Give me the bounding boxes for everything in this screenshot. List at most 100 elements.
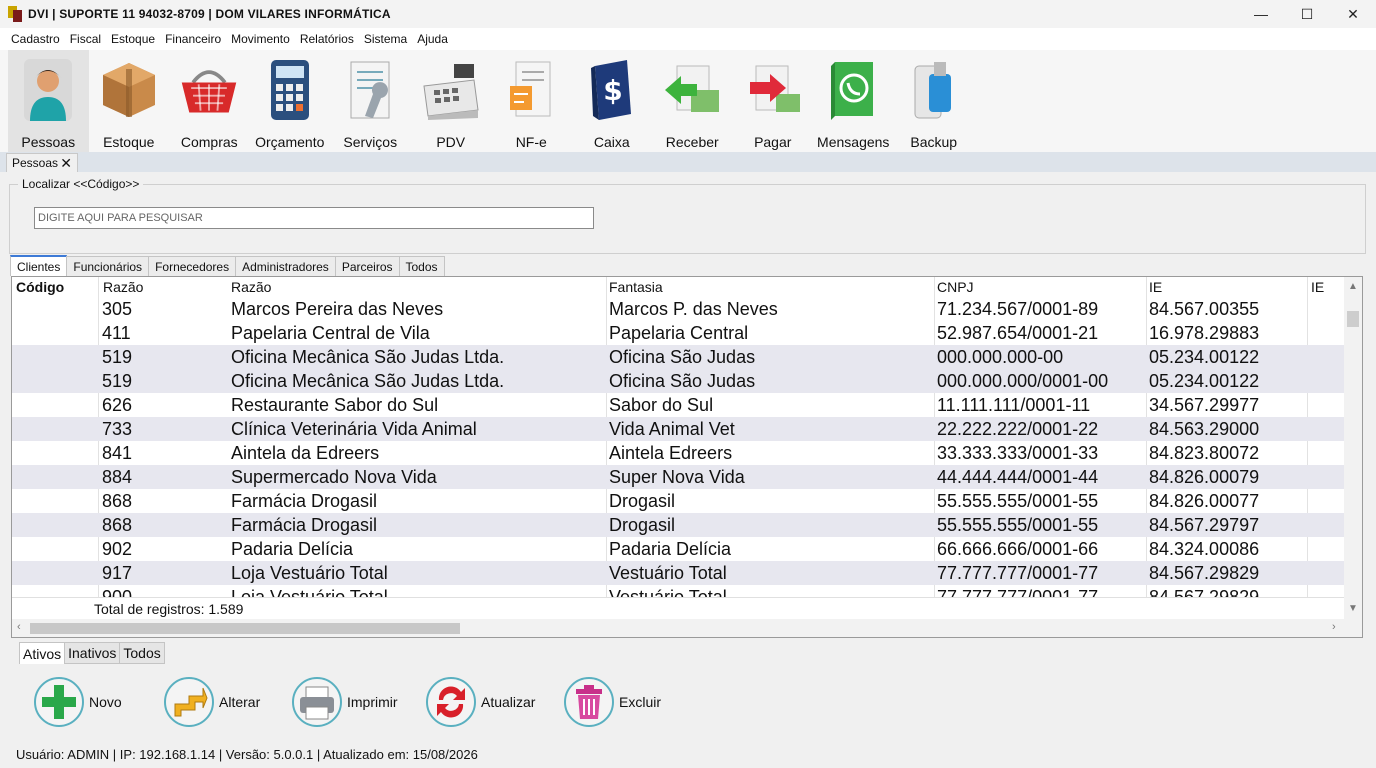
toolbar-estoque-button[interactable]: Estoque [89, 50, 170, 152]
table-row[interactable]: 411 Papelaria Central de Vila Papelaria … [12, 321, 1345, 345]
toolbar-pdv-button[interactable]: PDV [411, 50, 492, 152]
cell-razao: Farmácia Drogasil [231, 491, 378, 511]
table-row[interactable]: 868 Farmácia Drogasil Drogasil 55.555.55… [12, 513, 1345, 537]
toolbar-pessoas-button[interactable]: Pessoas [8, 50, 89, 152]
tab-label: Pessoas [12, 156, 59, 170]
tab-todos-status[interactable]: Todos [119, 642, 165, 664]
cell-ie: 05.234.00122 [1149, 347, 1260, 367]
menu-movimento[interactable]: Movimento [226, 32, 295, 46]
menu-sistema[interactable]: Sistema [359, 32, 412, 46]
novo-button[interactable]: Novo [33, 676, 163, 728]
vertical-scroll-thumb[interactable] [1347, 311, 1359, 327]
menu-ajuda[interactable]: Ajuda [412, 32, 453, 46]
refresh-icon [426, 677, 476, 727]
table-row[interactable]: 305 Marcos Pereira das Neves Marcos P. d… [12, 297, 1345, 321]
cell-fantasia: Drogasil [609, 491, 676, 511]
alterar-button[interactable]: Alterar [163, 676, 291, 728]
toolbar-pagar-button[interactable]: Pagar [733, 50, 814, 152]
vertical-scrollbar[interactable]: ▲ ▼ [1344, 277, 1362, 619]
cell-cnpj: 77.777.777/0001-77 [937, 563, 1099, 583]
close-icon[interactable]: ✕ [60, 155, 72, 172]
search-input[interactable] [34, 207, 594, 229]
excluir-button[interactable]: Excluir [563, 676, 683, 728]
cell-codigo: 884 [102, 467, 133, 487]
toolbar-caixa-button[interactable]: $ Caixa [572, 50, 653, 152]
column-header-razao-code[interactable]: Razão [103, 279, 143, 295]
toolbar-nfe-button[interactable]: NF-e [491, 50, 572, 152]
toolbar-orcamento-button[interactable]: Orçamento [250, 50, 331, 152]
imprimir-button[interactable]: Imprimir [291, 676, 425, 728]
cell-cnpj: 52.987.654/0001-21 [937, 323, 1099, 343]
table-row[interactable]: 902 Padaria Delícia Padaria Delícia 66.6… [12, 537, 1345, 561]
whatsapp-icon [822, 56, 884, 124]
menu-fiscal[interactable]: Fiscal [65, 32, 106, 46]
scroll-up-icon[interactable]: ▲ [1348, 281, 1358, 292]
column-header-fantasia[interactable]: Fantasia [609, 279, 663, 295]
window-controls: — ☐ ✕ [1238, 0, 1376, 28]
records-grid: Código Razão Razão Fantasia CNPJ IE IE 3… [11, 276, 1363, 638]
toolbar-label: Pagar [754, 134, 792, 150]
table-row[interactable]: 868 Farmácia Drogasil Drogasil 55.555.55… [12, 489, 1345, 513]
cell-codigo: 917 [102, 563, 133, 583]
table-row[interactable]: 733 Clínica Veterinária Vida Animal Vida… [12, 417, 1345, 441]
cell-fantasia: Drogasil [609, 515, 676, 535]
table-row[interactable]: 519 Oficina Mecânica São Judas Ltda. Ofi… [12, 345, 1345, 369]
cell-ie: 84.567.29797 [1149, 515, 1260, 535]
menu-financeiro[interactable]: Financeiro [160, 32, 226, 46]
cell-ie: 84.563.29000 [1149, 419, 1260, 439]
toolbar-label: Mensagens [817, 134, 890, 150]
tab-clientes[interactable]: Clientes [10, 255, 68, 276]
tab-funcionarios[interactable]: Funcionários [66, 256, 150, 276]
toolbar-servicos-button[interactable]: Serviços [330, 50, 411, 152]
toolbar-receber-button[interactable]: Receber [652, 50, 733, 152]
app-logo-icon [8, 6, 22, 22]
scroll-left-icon[interactable]: ‹ [17, 621, 21, 633]
tab-ativos[interactable]: Ativos [19, 642, 66, 664]
horizontal-scrollbar[interactable]: ‹ › [12, 619, 1362, 637]
menu-estoque[interactable]: Estoque [106, 32, 160, 46]
cell-codigo: 868 [102, 515, 133, 535]
toolbar-compras-button[interactable]: Compras [169, 50, 250, 152]
maximize-button[interactable]: ☐ [1284, 0, 1330, 28]
tab-todos[interactable]: Todos [398, 256, 445, 276]
table-row[interactable]: 841 Aintela da Edreers Aintela Edreers 3… [12, 441, 1345, 465]
person-icon [17, 56, 79, 124]
action-label: Atualizar [481, 694, 536, 710]
table-row[interactable]: 884 Supermercado Nova Vida Super Nova Vi… [12, 465, 1345, 489]
column-header-codigo[interactable]: Código [16, 279, 64, 295]
main-toolbar: Pessoas Estoque Compras Orçamento Serviç… [0, 50, 1376, 152]
menu-cadastro[interactable]: Cadastro [6, 32, 65, 46]
tab-inativos[interactable]: Inativos [64, 642, 121, 664]
horizontal-scroll-thumb[interactable] [30, 623, 460, 634]
column-header-cnpj[interactable]: CNPJ [937, 279, 974, 295]
toolbar-label: Backup [910, 134, 958, 150]
tab-parceiros[interactable]: Parceiros [334, 256, 400, 276]
toolbar-mensagens-button[interactable]: Mensagens [813, 50, 894, 152]
tab-fornecedores[interactable]: Fornecedores [148, 256, 237, 276]
cell-ie: 84.826.00079 [1149, 467, 1260, 487]
scroll-down-icon[interactable]: ▼ [1348, 603, 1358, 614]
toolbar-label: Caixa [593, 134, 630, 150]
atualizar-button[interactable]: Atualizar [425, 676, 563, 728]
scroll-right-icon[interactable]: › [1332, 621, 1336, 633]
minimize-button[interactable]: — [1238, 0, 1284, 28]
cell-ie: 84.567.00355 [1149, 299, 1260, 319]
toolbar-backup-button[interactable]: Backup [894, 50, 975, 152]
table-row[interactable]: 917 Loja Vestuário Total Vestuário Total… [12, 561, 1345, 585]
pay-arrow-icon [742, 56, 804, 124]
table-row[interactable]: 519 Oficina Mecânica São Judas Ltda. Ofi… [12, 369, 1345, 393]
cell-razao: Farmácia Drogasil [231, 515, 378, 535]
column-header-razao[interactable]: Razão [231, 279, 271, 295]
wrench-doc-icon [339, 56, 401, 124]
tab-administradores[interactable]: Administradores [235, 256, 336, 276]
column-header-ie-2[interactable]: IE [1311, 279, 1324, 295]
tab-pessoas[interactable]: Pessoas ✕ [6, 153, 78, 172]
table-row[interactable]: 626 Restaurante Sabor do Sul Sabor do Su… [12, 393, 1345, 417]
cell-cnpj: 55.555.555/0001-55 [937, 491, 1099, 511]
menu-relatorios[interactable]: Relatórios [295, 32, 359, 46]
close-window-button[interactable]: ✕ [1330, 0, 1376, 28]
action-label: Excluir [619, 694, 662, 710]
toolbar-label: Serviços [343, 134, 398, 150]
toolbar-label: Orçamento [255, 134, 325, 150]
column-header-ie[interactable]: IE [1149, 279, 1162, 295]
